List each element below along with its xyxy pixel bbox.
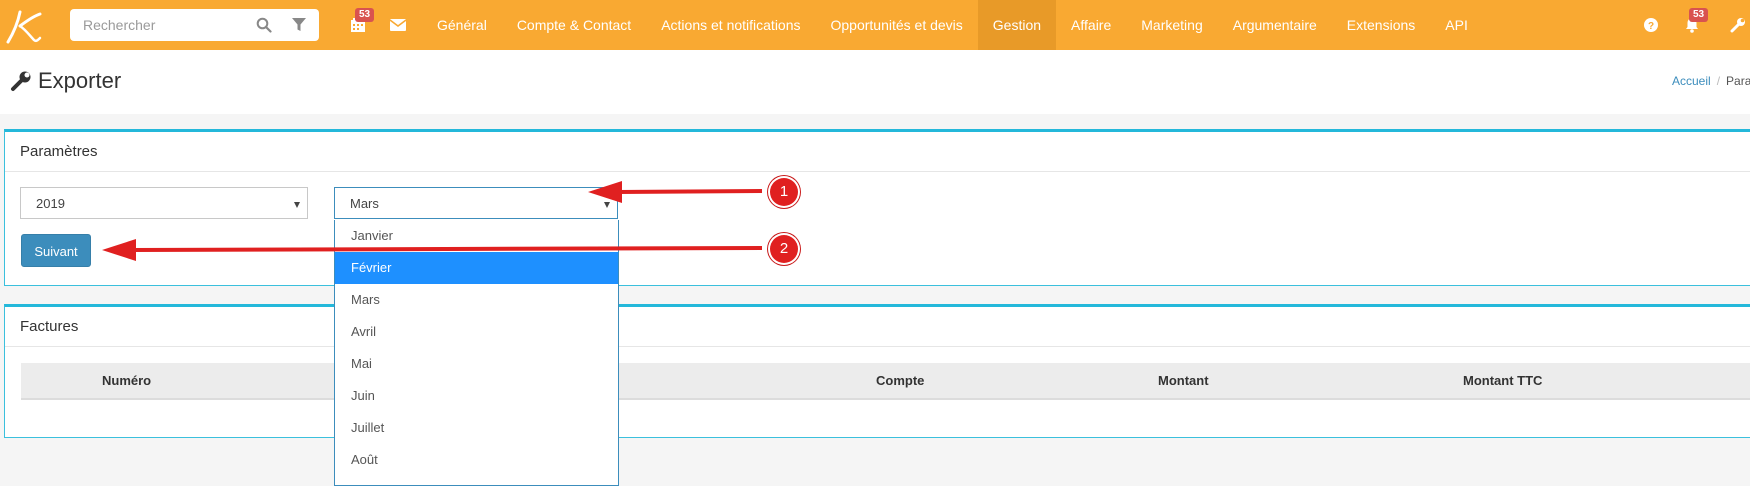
annotation-marker-1: 1: [770, 178, 798, 206]
annotation-arrows: [102, 181, 763, 261]
annotation-marker-2: 2: [770, 235, 798, 263]
annotation-arrow-2: [102, 239, 763, 261]
annotation-arrow-1: [588, 181, 763, 203]
